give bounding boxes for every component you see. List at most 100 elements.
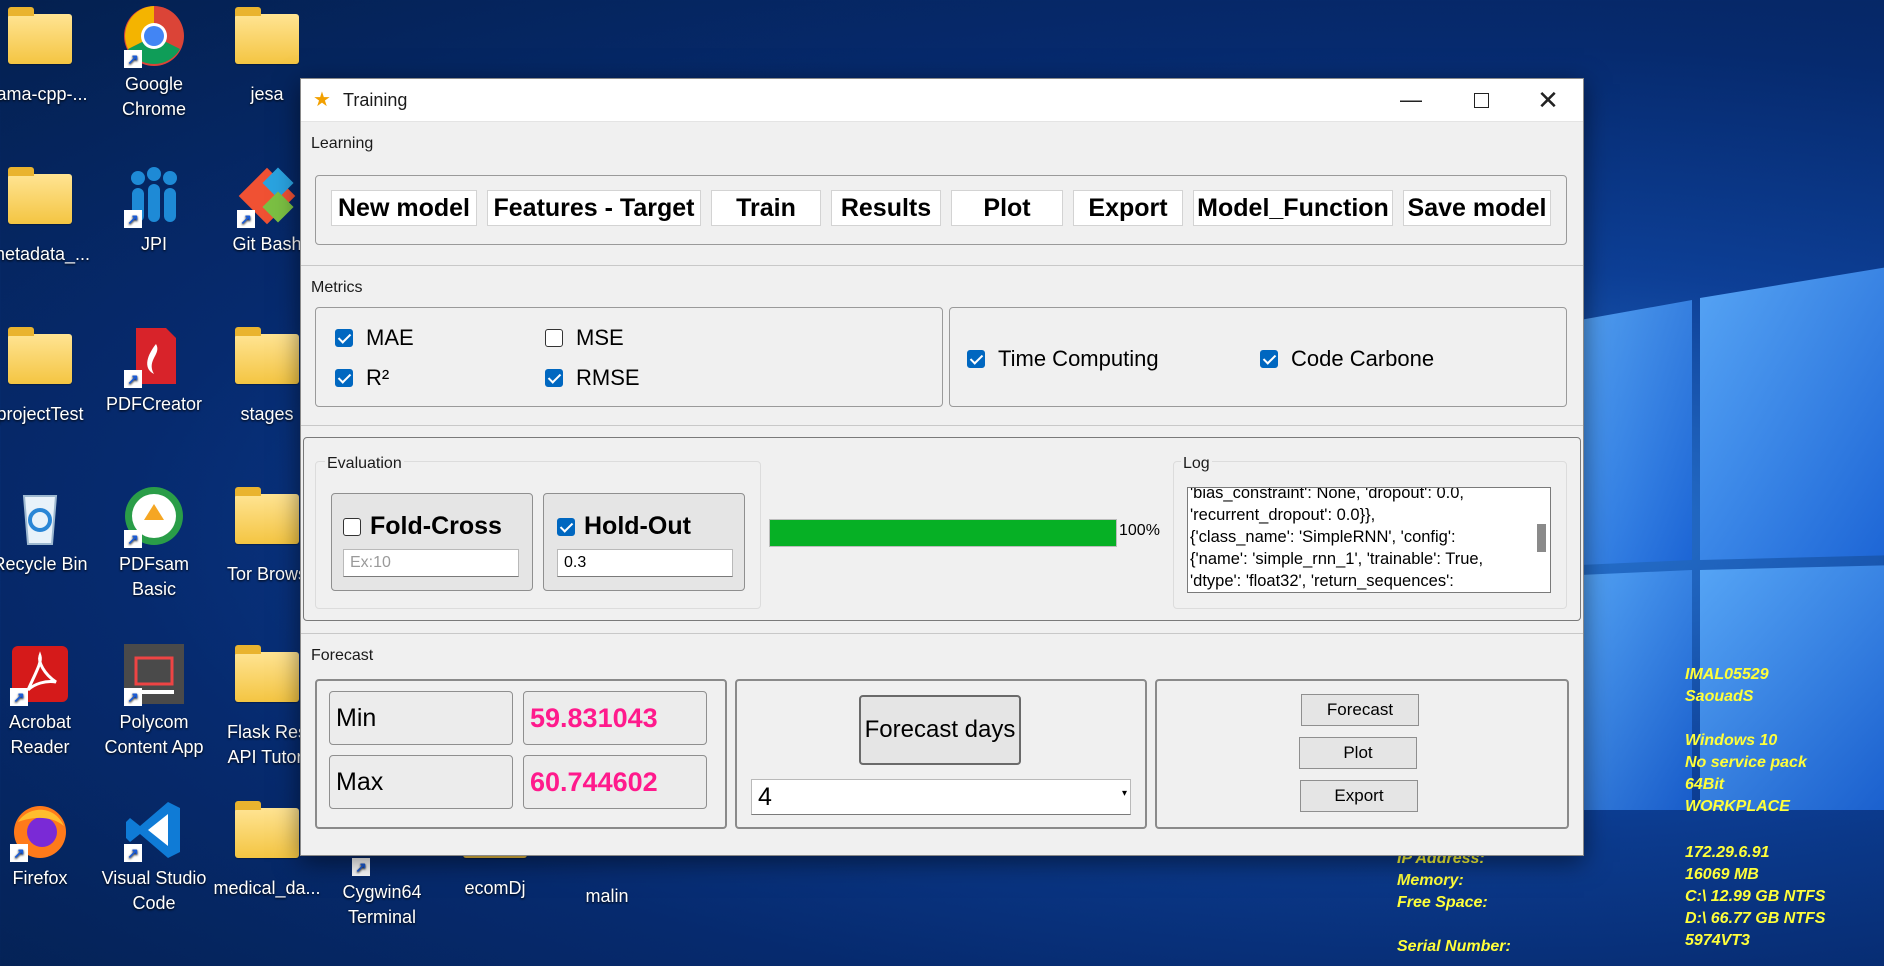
desktop-icon-label: PDFsam Basic [118, 554, 189, 599]
shortcut-arrow-icon: ↗ [124, 530, 142, 548]
export-button[interactable]: Export [1300, 780, 1418, 812]
min-value: 59.831043 [523, 691, 707, 745]
code-carbone-label: Code Carbone [1291, 346, 1435, 371]
metadata-folder-icon [8, 167, 72, 238]
desktop-icon-label: Firefox [12, 868, 68, 888]
window-title: Training [343, 89, 408, 110]
minimize-button[interactable]: — [1376, 79, 1446, 121]
forecast-button[interactable]: Forecast [1301, 694, 1419, 726]
separator [301, 633, 1583, 634]
checkbox-mae-box [335, 329, 353, 347]
desktop-icon-recycle-bin[interactable]: Recycle Bin [0, 484, 95, 577]
git-bash-icon: ↗ [235, 164, 299, 228]
model-function-button[interactable]: Model_Function [1193, 190, 1393, 226]
desktop-icon-lama-cpp-folder[interactable]: lama-cpp-... [0, 4, 95, 107]
progress-fill [770, 520, 1116, 546]
desktop-icon-label: lama-cpp-... [0, 84, 88, 104]
training-window: ★ Training — ✕ Learning New model Feature… [300, 78, 1584, 856]
rmse-checkbox[interactable]: RMSE [545, 365, 640, 391]
progress-bar [769, 519, 1117, 547]
mse-checkbox[interactable]: MSE [545, 325, 624, 351]
shortcut-arrow-icon: ↗ [124, 844, 142, 862]
desktop-icon-label: Google Chrome [121, 74, 187, 119]
firefox-icon: ↗ [8, 798, 72, 862]
star-icon: ★ [313, 89, 331, 111]
bginfo-values: 172.29.6.91 16069 MB C:\ 12.99 GB NTFS D… [1685, 844, 1826, 949]
desktop-icon-jpi[interactable]: ↗ JPI [99, 164, 209, 257]
desktop-icon-label: malin [585, 886, 629, 906]
export-button[interactable]: Export [1073, 190, 1183, 226]
checkbox-rmse-box [545, 369, 563, 387]
shortcut-arrow-icon: ↗ [124, 688, 142, 706]
desktop-icon-label: Cygwin64 Terminal [342, 882, 422, 927]
checkbox-time-box [967, 350, 985, 368]
maximize-button[interactable] [1446, 79, 1516, 121]
save-model-button[interactable]: Save model [1403, 190, 1551, 226]
log-textarea[interactable]: 'bias_constraint': None, 'dropout': 0.0,… [1187, 487, 1551, 593]
fold-cross-input[interactable]: Ex:10 [343, 549, 519, 577]
r2-checkbox[interactable]: R² [335, 365, 389, 391]
projecttest-folder-icon [8, 327, 72, 398]
bginfo-labels: IP Address: Memory: Free Space: Serial N… [1397, 850, 1511, 955]
evaluation-label: Evaluation [325, 455, 404, 473]
desktop-icon-label: Visual Studio Code [101, 868, 207, 913]
desktop-icon-firefox[interactable]: ↗ Firefox [0, 798, 95, 891]
plot-button[interactable]: Plot [951, 190, 1063, 226]
metrics-left-frame [315, 307, 943, 407]
checkbox-mse-box [545, 329, 563, 347]
features-target-button[interactable]: Features - Target [487, 190, 701, 226]
rmse-label: RMSE [576, 365, 640, 390]
fold-cross-checkbox[interactable]: Fold-Cross [343, 512, 502, 541]
polycom-content-app-icon: ↗ [122, 642, 186, 706]
jesa-folder-icon [235, 7, 299, 78]
log-line: {'name': 'simple_rnn_1', 'trainable': Tr… [1190, 550, 1484, 568]
time-computing-checkbox[interactable]: Time Computing [967, 346, 1159, 372]
train-button[interactable]: Train [711, 190, 821, 226]
chevron-down-icon: ▾ [1121, 788, 1127, 799]
log-line: 'dtype': 'float32', 'return_sequences': [1190, 572, 1454, 590]
log-line: 'bias_constraint': None, 'dropout': 0.0, [1190, 487, 1465, 502]
log-scrollbar-thumb[interactable] [1537, 524, 1546, 552]
desktop-icon-visual-studio-code[interactable]: ↗ Visual Studio Code [99, 798, 209, 916]
log-line: 'recurrent_dropout': 0.0}}, [1190, 506, 1376, 524]
log-line: {'class_name': 'SimpleRNN', 'config': [1190, 528, 1456, 546]
max-label: Max [329, 755, 513, 809]
checkbox-r2-box [335, 369, 353, 387]
pdfsam-basic-icon: ↗ [122, 484, 186, 548]
pdfcreator-icon: ↗ [122, 324, 186, 388]
log-label: Log [1181, 455, 1212, 473]
stages-folder-icon [235, 327, 299, 398]
title-bar[interactable]: ★ Training — ✕ [301, 79, 1583, 122]
checkbox-fold-box [343, 517, 361, 536]
mae-checkbox[interactable]: MAE [335, 325, 414, 351]
hold-out-input[interactable]: 0.3 [557, 549, 733, 577]
desktop-icon-label: metadata_... [0, 244, 91, 264]
shortcut-arrow-icon: ↗ [10, 844, 28, 862]
forecast-days-select[interactable]: 4 ▾ [751, 779, 1131, 815]
fold-cross-label: Fold-Cross [370, 512, 502, 540]
results-button[interactable]: Results [831, 190, 941, 226]
new-model-button[interactable]: New model [331, 190, 477, 226]
hold-out-label: Hold-Out [584, 512, 691, 540]
desktop-icon-pdfsam-basic[interactable]: ↗ PDFsam Basic [99, 484, 209, 602]
code-carbone-checkbox[interactable]: Code Carbone [1260, 346, 1434, 372]
desktop-icon-pdfcreator[interactable]: ↗ PDFCreator [99, 324, 209, 417]
plot-button[interactable]: Plot [1299, 737, 1417, 769]
recycle-bin-icon [8, 484, 72, 548]
checkbox-hold-box [557, 517, 575, 536]
learning-label: Learning [311, 135, 374, 152]
desktop-icon-acrobat-reader[interactable]: ↗ Acrobat Reader [0, 642, 95, 760]
desktop-icon-projecttest-folder[interactable]: projectTest [0, 324, 95, 427]
close-button[interactable]: ✕ [1513, 79, 1583, 121]
shortcut-arrow-icon: ↗ [352, 858, 370, 876]
maximize-icon [1473, 92, 1489, 108]
desktop-icon-polycom-content-app[interactable]: ↗ Polycom Content App [99, 642, 209, 760]
shortcut-arrow-icon: ↗ [124, 210, 142, 228]
time-computing-label: Time Computing [998, 346, 1159, 371]
hold-out-checkbox[interactable]: Hold-Out [557, 512, 691, 541]
desktop-icon-google-chrome[interactable]: ↗ Google Chrome [99, 4, 209, 122]
desktop-icon-label: PDFCreator [105, 394, 203, 414]
desktop-icon-metadata-folder[interactable]: metadata_... [0, 164, 95, 267]
desktop-icon-label: Polycom Content App [104, 712, 204, 757]
shortcut-arrow-icon: ↗ [10, 688, 28, 706]
